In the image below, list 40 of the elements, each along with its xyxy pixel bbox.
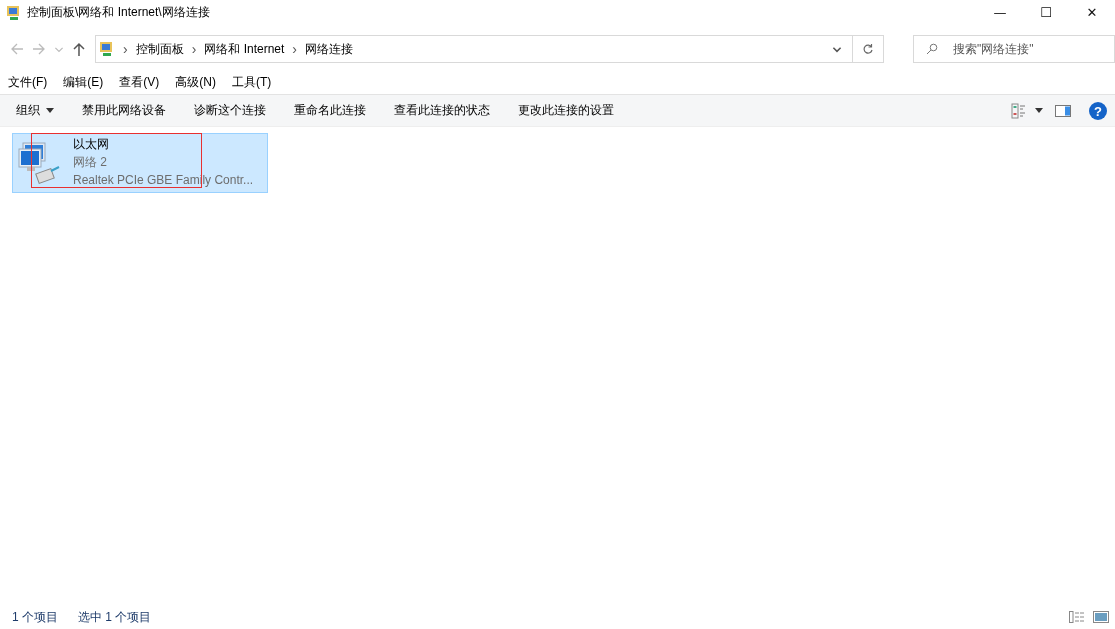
menu-item[interactable]: 文件(F): [8, 73, 48, 91]
command-button[interactable]: 诊断这个连接: [180, 98, 280, 123]
up-arrow-icon[interactable]: [70, 41, 87, 57]
large-icons-view-icon[interactable]: [1093, 610, 1109, 624]
breadcrumb-separator: ›: [292, 41, 297, 57]
status-text: 1 个项目: [12, 608, 58, 626]
breadcrumb[interactable]: 控制面板: [135, 40, 184, 58]
window-title: 控制面板\网络和 Internet\网络连接: [27, 4, 210, 21]
forward-arrow-icon[interactable]: [31, 41, 47, 57]
search-field[interactable]: 搜索"网络连接": [913, 35, 1115, 63]
command-button[interactable]: 查看此连接的状态: [380, 98, 504, 123]
command-button[interactable]: 禁用此网络设备: [68, 98, 180, 123]
breadcrumb[interactable]: 网络连接: [305, 40, 353, 58]
network-name: 网络 2: [73, 154, 108, 171]
address-bar[interactable]: › 控制面板 › 网络和 Internet › 网络连接: [94, 35, 884, 63]
preview-pane-icon[interactable]: [1055, 104, 1071, 117]
maximize-button[interactable]: ☐: [1023, 0, 1069, 25]
network-folder-icon: [6, 4, 22, 21]
refresh-icon[interactable]: [862, 43, 874, 55]
command-button[interactable]: 重命名此连接: [280, 98, 380, 123]
caret-icon[interactable]: [1035, 108, 1043, 113]
menu-item[interactable]: 编辑(E): [63, 73, 104, 91]
breadcrumb-separator: ›: [191, 41, 197, 57]
search-icon: [926, 43, 938, 55]
help-icon[interactable]: ?: [1089, 101, 1107, 120]
close-button[interactable]: ✕: [1069, 0, 1115, 25]
back-arrow-icon[interactable]: [9, 41, 25, 57]
breadcrumb[interactable]: 网络和 Internet: [204, 40, 285, 58]
command-button[interactable]: 组织: [2, 98, 68, 123]
details-view-icon[interactable]: [1069, 610, 1085, 624]
view-options-icon[interactable]: [1011, 102, 1027, 119]
connection-name: 以太网: [73, 136, 110, 153]
minimize-button[interactable]: —: [977, 0, 1023, 25]
network-folder-icon: [98, 41, 115, 57]
command-button[interactable]: 更改此连接的设置: [504, 98, 628, 123]
menu-item[interactable]: 查看(V): [119, 73, 160, 91]
status-text: 选中 1 个项目: [78, 608, 152, 626]
breadcrumb-separator: ›: [122, 41, 128, 57]
menu-item[interactable]: 工具(T): [232, 73, 272, 91]
menu-item[interactable]: 高级(N): [175, 73, 216, 91]
